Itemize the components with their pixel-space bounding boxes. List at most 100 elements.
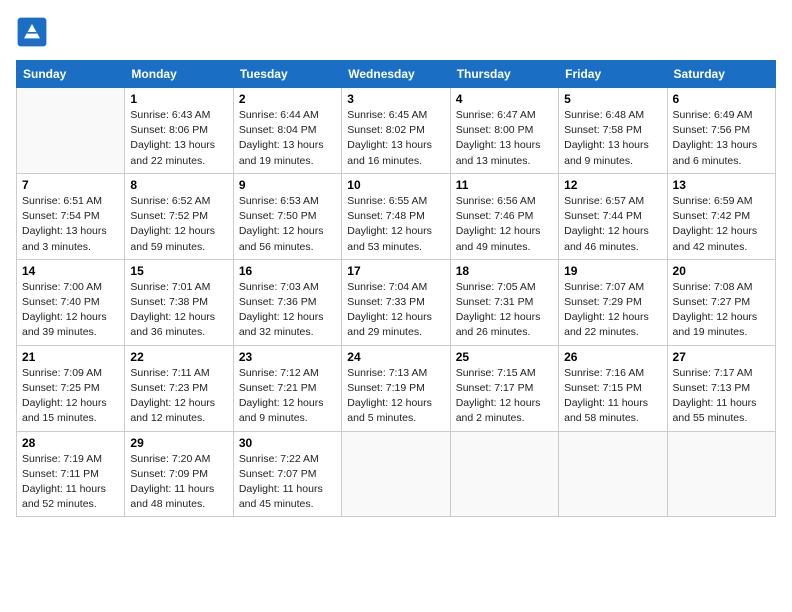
day-info: Sunrise: 7:07 AM Sunset: 7:29 PM Dayligh…: [564, 280, 661, 341]
day-number: 3: [347, 92, 444, 106]
day-number: 29: [130, 436, 227, 450]
day-number: 17: [347, 264, 444, 278]
day-number: 28: [22, 436, 119, 450]
day-info: Sunrise: 7:04 AM Sunset: 7:33 PM Dayligh…: [347, 280, 444, 341]
day-number: 5: [564, 92, 661, 106]
day-info: Sunrise: 6:47 AM Sunset: 8:00 PM Dayligh…: [456, 108, 553, 169]
day-info: Sunrise: 6:45 AM Sunset: 8:02 PM Dayligh…: [347, 108, 444, 169]
calendar-cell: 11Sunrise: 6:56 AM Sunset: 7:46 PM Dayli…: [450, 173, 558, 259]
calendar-cell: 17 Sunrise: 7:04 AM Sunset: 7:33 PM Dayli…: [342, 259, 450, 345]
calendar-cell: 9 Sunrise: 6:53 AM Sunset: 7:50 PM Daylig…: [233, 173, 341, 259]
calendar-cell: 19 Sunrise: 7:07 AM Sunset: 7:29 PM Dayli…: [559, 259, 667, 345]
calendar-cell: 28 Sunrise: 7:19 AM Sunset: 7:11 PM Dayli…: [17, 431, 125, 517]
weekday-header-friday: Friday: [559, 61, 667, 88]
day-number: 7: [22, 178, 119, 192]
day-info: Sunrise: 7:11 AM Sunset: 7:23 PM Dayligh…: [130, 366, 227, 427]
day-info: Sunrise: 7:01 AM Sunset: 7:38 PM Dayligh…: [130, 280, 227, 341]
calendar-week-5: 28 Sunrise: 7:19 AM Sunset: 7:11 PM Dayli…: [17, 431, 776, 517]
day-number: 23: [239, 350, 336, 364]
weekday-header-wednesday: Wednesday: [342, 61, 450, 88]
day-number: 19: [564, 264, 661, 278]
day-number: 22: [130, 350, 227, 364]
day-number: 10: [347, 178, 444, 192]
day-info: Sunrise: 6:49 AM Sunset: 7:56 PM Dayligh…: [673, 108, 770, 169]
calendar-cell: 22 Sunrise: 7:11 AM Sunset: 7:23 PM Dayli…: [125, 345, 233, 431]
calendar-cell: 4 Sunrise: 6:47 AM Sunset: 8:00 PM Daylig…: [450, 88, 558, 174]
day-number: 2: [239, 92, 336, 106]
day-number: 27: [673, 350, 770, 364]
day-number: 18: [456, 264, 553, 278]
calendar-cell: [450, 431, 558, 517]
calendar-header: SundayMondayTuesdayWednesdayThursdayFrid…: [17, 61, 776, 88]
calendar-body: 1Sunrise: 6:43 AM Sunset: 8:06 PM Daylig…: [17, 88, 776, 517]
day-number: 30: [239, 436, 336, 450]
calendar-cell: 6 Sunrise: 6:49 AM Sunset: 7:56 PM Daylig…: [667, 88, 775, 174]
calendar-cell: 14 Sunrise: 7:00 AM Sunset: 7:40 PM Dayli…: [17, 259, 125, 345]
day-info: Sunrise: 7:00 AM Sunset: 7:40 PM Dayligh…: [22, 280, 119, 341]
calendar-cell: 12Sunrise: 6:57 AM Sunset: 7:44 PM Dayli…: [559, 173, 667, 259]
calendar-cell: 2Sunrise: 6:44 AM Sunset: 8:04 PM Daylig…: [233, 88, 341, 174]
day-info: Sunrise: 6:51 AM Sunset: 7:54 PM Dayligh…: [22, 194, 119, 255]
day-number: 14: [22, 264, 119, 278]
day-info: Sunrise: 7:20 AM Sunset: 7:09 PM Dayligh…: [130, 452, 227, 513]
weekday-header-sunday: Sunday: [17, 61, 125, 88]
day-number: 4: [456, 92, 553, 106]
calendar-cell: 24 Sunrise: 7:13 AM Sunset: 7:19 PM Dayli…: [342, 345, 450, 431]
calendar-cell: 5 Sunrise: 6:48 AM Sunset: 7:58 PM Daylig…: [559, 88, 667, 174]
day-info: Sunrise: 7:22 AM Sunset: 7:07 PM Dayligh…: [239, 452, 336, 513]
day-number: 26: [564, 350, 661, 364]
calendar-cell: 13Sunrise: 6:59 AM Sunset: 7:42 PM Dayli…: [667, 173, 775, 259]
day-info: Sunrise: 7:15 AM Sunset: 7:17 PM Dayligh…: [456, 366, 553, 427]
calendar-cell: [17, 88, 125, 174]
day-info: Sunrise: 6:48 AM Sunset: 7:58 PM Dayligh…: [564, 108, 661, 169]
calendar-cell: 15 Sunrise: 7:01 AM Sunset: 7:38 PM Dayli…: [125, 259, 233, 345]
day-number: 8: [130, 178, 227, 192]
calendar-cell: 1Sunrise: 6:43 AM Sunset: 8:06 PM Daylig…: [125, 88, 233, 174]
day-number: 21: [22, 350, 119, 364]
day-info: Sunrise: 7:05 AM Sunset: 7:31 PM Dayligh…: [456, 280, 553, 341]
day-info: Sunrise: 6:52 AM Sunset: 7:52 PM Dayligh…: [130, 194, 227, 255]
day-info: Sunrise: 7:12 AM Sunset: 7:21 PM Dayligh…: [239, 366, 336, 427]
weekday-header-tuesday: Tuesday: [233, 61, 341, 88]
calendar-cell: 27 Sunrise: 7:17 AM Sunset: 7:13 PM Dayli…: [667, 345, 775, 431]
day-number: 24: [347, 350, 444, 364]
calendar-cell: 30 Sunrise: 7:22 AM Sunset: 7:07 PM Dayli…: [233, 431, 341, 517]
day-info: Sunrise: 7:19 AM Sunset: 7:11 PM Dayligh…: [22, 452, 119, 513]
calendar-cell: 16Sunrise: 7:03 AM Sunset: 7:36 PM Dayli…: [233, 259, 341, 345]
day-number: 16: [239, 264, 336, 278]
calendar-cell: 23 Sunrise: 7:12 AM Sunset: 7:21 PM Dayli…: [233, 345, 341, 431]
day-info: Sunrise: 6:55 AM Sunset: 7:48 PM Dayligh…: [347, 194, 444, 255]
day-number: 13: [673, 178, 770, 192]
day-info: Sunrise: 7:17 AM Sunset: 7:13 PM Dayligh…: [673, 366, 770, 427]
calendar-cell: 10 Sunrise: 6:55 AM Sunset: 7:48 PM Dayli…: [342, 173, 450, 259]
calendar-cell: 29 Sunrise: 7:20 AM Sunset: 7:09 PM Dayli…: [125, 431, 233, 517]
calendar-cell: [559, 431, 667, 517]
day-info: Sunrise: 6:53 AM Sunset: 7:50 PM Dayligh…: [239, 194, 336, 255]
page-header: [16, 16, 776, 48]
day-info: Sunrise: 7:16 AM Sunset: 7:15 PM Dayligh…: [564, 366, 661, 427]
calendar-week-3: 14 Sunrise: 7:00 AM Sunset: 7:40 PM Dayli…: [17, 259, 776, 345]
weekday-header-monday: Monday: [125, 61, 233, 88]
logo-icon: [16, 16, 48, 48]
day-info: Sunrise: 7:09 AM Sunset: 7:25 PM Dayligh…: [22, 366, 119, 427]
day-number: 20: [673, 264, 770, 278]
day-number: 15: [130, 264, 227, 278]
calendar-cell: 3 Sunrise: 6:45 AM Sunset: 8:02 PM Daylig…: [342, 88, 450, 174]
calendar-cell: 25Sunrise: 7:15 AM Sunset: 7:17 PM Dayli…: [450, 345, 558, 431]
calendar-cell: 21 Sunrise: 7:09 AM Sunset: 7:25 PM Dayli…: [17, 345, 125, 431]
day-number: 6: [673, 92, 770, 106]
weekday-header-saturday: Saturday: [667, 61, 775, 88]
day-info: Sunrise: 7:13 AM Sunset: 7:19 PM Dayligh…: [347, 366, 444, 427]
weekday-header-row: SundayMondayTuesdayWednesdayThursdayFrid…: [17, 61, 776, 88]
day-number: 9: [239, 178, 336, 192]
calendar-cell: [667, 431, 775, 517]
calendar-cell: 26 Sunrise: 7:16 AM Sunset: 7:15 PM Dayli…: [559, 345, 667, 431]
day-info: Sunrise: 6:56 AM Sunset: 7:46 PM Dayligh…: [456, 194, 553, 255]
calendar-week-2: 7 Sunrise: 6:51 AM Sunset: 7:54 PM Daylig…: [17, 173, 776, 259]
calendar-cell: 8 Sunrise: 6:52 AM Sunset: 7:52 PM Daylig…: [125, 173, 233, 259]
day-info: Sunrise: 6:57 AM Sunset: 7:44 PM Dayligh…: [564, 194, 661, 255]
calendar-cell: 7 Sunrise: 6:51 AM Sunset: 7:54 PM Daylig…: [17, 173, 125, 259]
calendar-cell: 20Sunrise: 7:08 AM Sunset: 7:27 PM Dayli…: [667, 259, 775, 345]
logo: [16, 16, 52, 48]
day-info: Sunrise: 6:43 AM Sunset: 8:06 PM Dayligh…: [130, 108, 227, 169]
